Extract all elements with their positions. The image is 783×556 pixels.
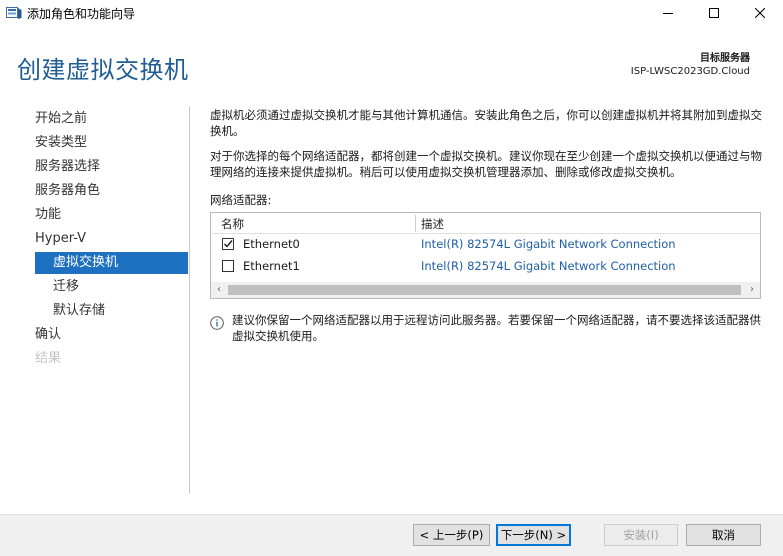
horizontal-scrollbar[interactable]: ‹ › (211, 282, 760, 298)
scrollbar-thumb[interactable] (228, 285, 741, 295)
previous-button[interactable]: < 上一步(P) (413, 524, 490, 546)
maximize-icon (709, 7, 719, 21)
target-server-label: 目标服务器 ISP-LWSC2023GD.Cloud (631, 52, 750, 78)
nav-item-features[interactable]: 功能 (35, 204, 61, 226)
nav-item-default-stores[interactable]: 默认存储 (53, 300, 105, 322)
info-icon (210, 316, 224, 330)
adapter-name: Ethernet0 (243, 237, 300, 251)
nav-item-hyper-v[interactable]: Hyper-V (35, 228, 86, 250)
minimize-button[interactable] (645, 0, 691, 28)
table-row[interactable]: Ethernet0 Intel(R) 82574L Gigabit Networ… (211, 234, 760, 256)
network-adapters-table: 名称 描述 Ethernet0 Intel(R) 82574L Gigabit … (210, 212, 761, 299)
nav-divider (189, 107, 190, 493)
nav-item-before-you-begin[interactable]: 开始之前 (35, 108, 87, 130)
adapter-name: Ethernet1 (243, 259, 300, 273)
column-header-description[interactable]: 描述 (421, 216, 444, 232)
adapter-description: Intel(R) 82574L Gigabit Network Connecti… (421, 237, 676, 251)
network-adapters-label: 网络适配器: (210, 193, 272, 207)
title-bar: 添加角色和功能向导 (0, 0, 783, 28)
nav-item-migration[interactable]: 迁移 (53, 276, 79, 298)
page-title: 创建虚拟交换机 (17, 56, 189, 84)
ethernet1-checkbox[interactable] (222, 260, 234, 272)
target-server-name: ISP-LWSC2023GD.Cloud (630, 66, 750, 77)
nav-item-results: 结果 (35, 351, 62, 366)
scroll-right-icon[interactable]: › (744, 282, 760, 298)
nav-item-confirmation[interactable]: 确认 (35, 324, 61, 346)
server-manager-icon (6, 6, 22, 20)
instructions-text: 对于你选择的每个网络适配器，都将创建一个虚拟交换机。建议你现在至少创建一个虚拟交… (210, 149, 762, 179)
info-message: 建议你保留一个网络适配器以用于远程访问此服务器。若要保留一个网络适配器，请不要选… (232, 313, 761, 343)
minimize-icon (663, 7, 673, 21)
install-button: 安装(I) (604, 524, 678, 546)
maximize-button[interactable] (691, 0, 737, 28)
column-separator[interactable] (415, 215, 416, 232)
table-row[interactable]: Ethernet1 Intel(R) 82574L Gigabit Networ… (211, 256, 760, 278)
nav-item-installation-type[interactable]: 安装类型 (35, 132, 87, 154)
scroll-left-icon[interactable]: ‹ (211, 282, 227, 298)
checkmark-icon (224, 240, 233, 248)
ethernet0-checkbox[interactable] (222, 238, 234, 250)
target-server-caption: 目标服务器 (700, 53, 750, 64)
close-button[interactable] (737, 0, 783, 28)
table-header: 名称 描述 (211, 213, 760, 234)
cancel-button[interactable]: 取消 (686, 524, 761, 546)
nav-item-server-selection[interactable]: 服务器选择 (35, 156, 100, 178)
column-header-name[interactable]: 名称 (221, 216, 244, 232)
adapter-description: Intel(R) 82574L Gigabit Network Connecti… (421, 259, 676, 273)
intro-text: 虚拟机必须通过虚拟交换机才能与其他计算机通信。安装此角色之后，你可以创建虚拟机并… (210, 108, 762, 138)
close-icon (754, 7, 766, 21)
nav-item-virtual-switches[interactable]: 虚拟交换机 (35, 252, 188, 274)
window-title: 添加角色和功能向导 (27, 7, 136, 21)
nav-item-server-roles[interactable]: 服务器角色 (35, 180, 100, 202)
next-button[interactable]: 下一步(N) > (496, 524, 571, 546)
